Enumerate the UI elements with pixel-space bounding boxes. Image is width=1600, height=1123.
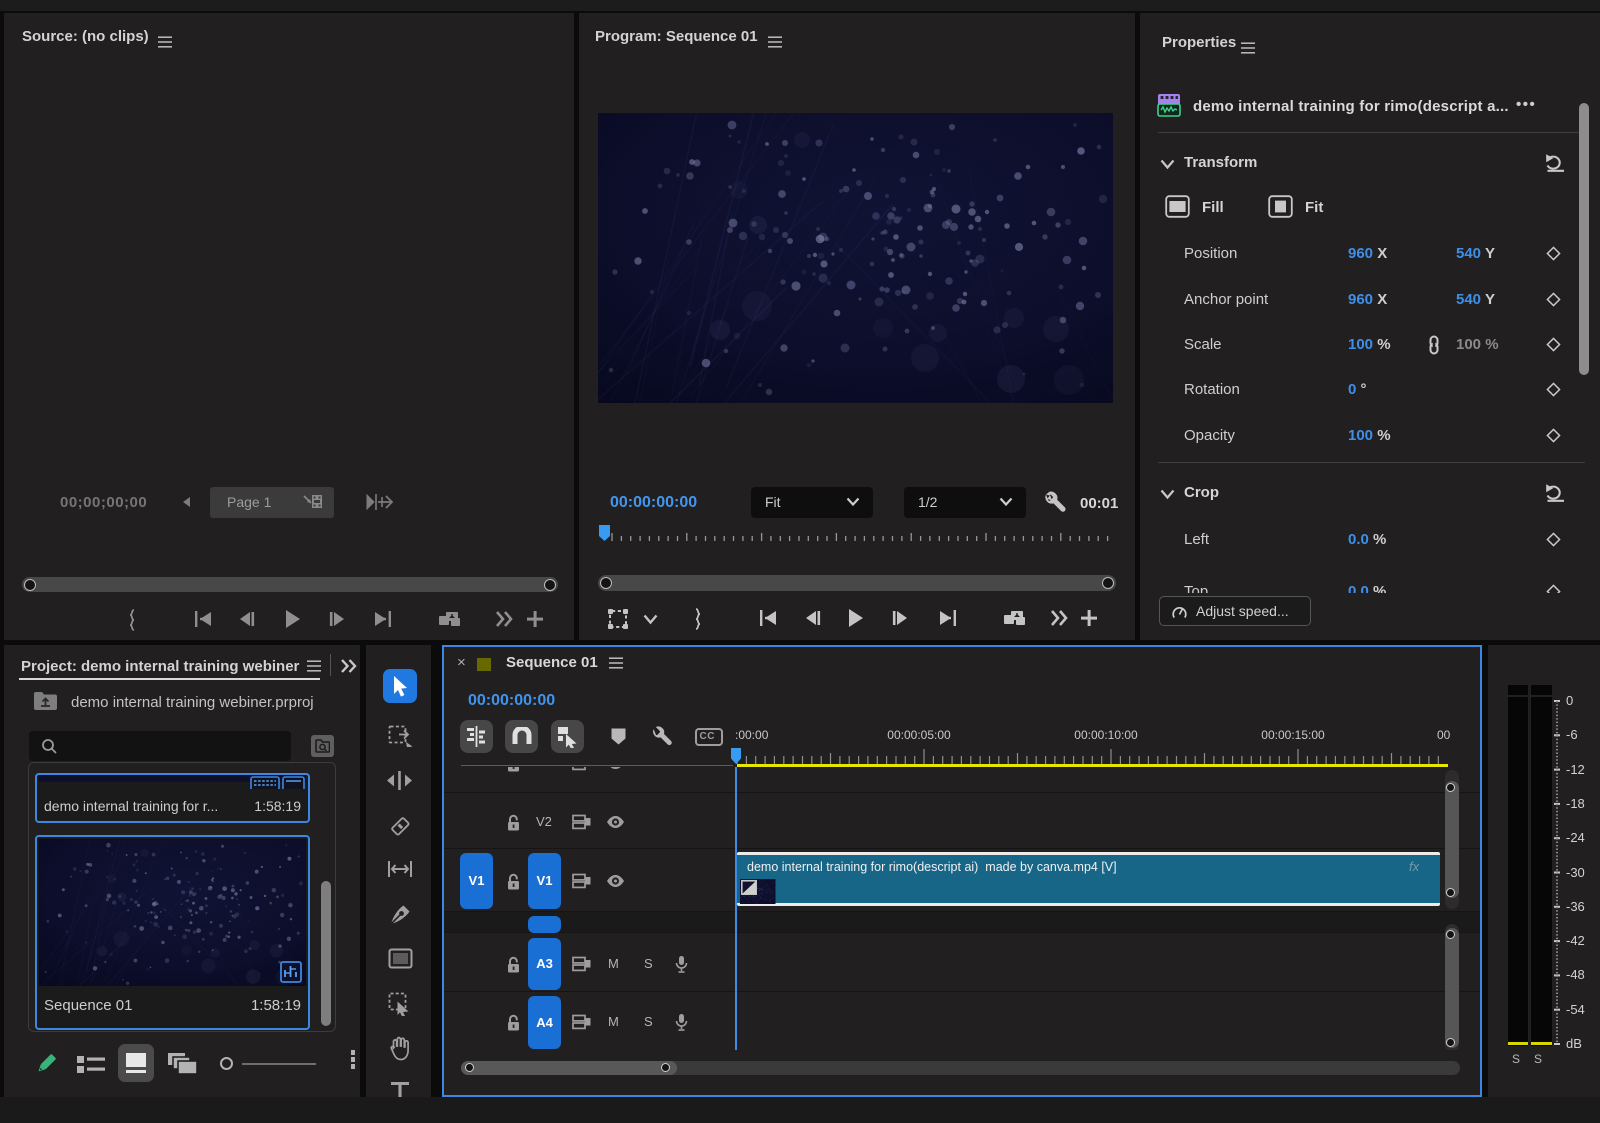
- svg-text:00:00:05:00: 00:00:05:00: [887, 728, 951, 742]
- svg-text::00:00: :00:00: [735, 728, 769, 742]
- svg-text:00:00:15:00: 00:00:15:00: [1261, 728, 1325, 742]
- svg-text:00: 00: [1437, 728, 1451, 742]
- svg-text:00:00:10:00: 00:00:10:00: [1074, 728, 1138, 742]
